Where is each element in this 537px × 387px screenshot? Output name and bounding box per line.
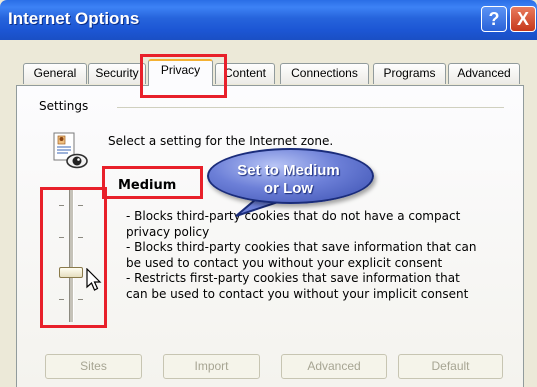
callout-line: or Low bbox=[263, 180, 314, 197]
callout-line: Set to Medium bbox=[237, 162, 340, 179]
mouse-pointer-icon bbox=[86, 268, 102, 291]
callout-text: Set to Medium or Low bbox=[207, 162, 370, 198]
